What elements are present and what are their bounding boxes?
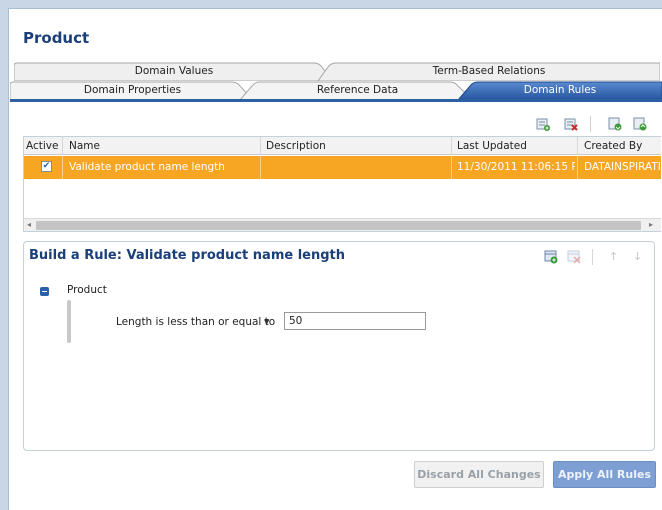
scroll-right-icon[interactable]: ▸ [649, 219, 653, 231]
rule-name-cell: Validate product name length [69, 161, 225, 173]
tab-domain-rules[interactable]: Domain Rules [458, 81, 662, 100]
scrollbar-thumb[interactable] [36, 221, 641, 230]
column-header-last-updated[interactable]: Last Updated [457, 140, 527, 152]
move-down-icon[interactable]: ↓ [633, 250, 643, 264]
toolbar-separator [592, 249, 593, 265]
toolbar-separator [590, 116, 591, 132]
tab-underline [10, 99, 662, 102]
horizontal-scrollbar[interactable]: ◂ ▸ [24, 218, 661, 231]
column-header-created-by[interactable]: Created By [584, 140, 642, 152]
column-header-active[interactable]: Active [26, 140, 58, 152]
condition-operator-label[interactable]: Length is less than or equal to [116, 316, 275, 328]
table-row[interactable]: ✔ Validate product name length 11/30/201… [24, 156, 661, 179]
delete-rule-icon[interactable] [564, 117, 578, 131]
page-title: Product [23, 29, 90, 47]
remove-condition-icon[interactable] [567, 250, 581, 264]
tab-reference-data[interactable]: Reference Data [240, 81, 475, 100]
add-condition-icon[interactable] [544, 250, 558, 264]
active-checkbox[interactable]: ✔ [41, 161, 52, 172]
condition-group-rail [67, 300, 71, 343]
tab-label: Term-Based Relations [432, 65, 546, 77]
rule-builder-title: Build a Rule: Validate product name leng… [29, 248, 346, 263]
grid-header: Active Name Description Last Updated Cre… [24, 137, 661, 155]
add-rule-icon[interactable] [536, 117, 550, 131]
tab-label: Domain Properties [83, 84, 182, 96]
scroll-left-icon[interactable]: ◂ [27, 219, 31, 231]
rule-created-by-cell: DATAINSPIRATI [584, 161, 661, 173]
condition-value-input[interactable] [284, 312, 426, 330]
root-node-label: Product [67, 284, 107, 296]
import-rule-icon[interactable] [608, 117, 622, 131]
apply-all-rules-button[interactable]: Apply All Rules [553, 461, 656, 488]
export-rule-icon[interactable] [633, 117, 647, 131]
chevron-down-icon[interactable]: ▼ [264, 318, 269, 326]
tab-label: Domain Values [134, 65, 214, 77]
tab-label: Domain Rules [523, 84, 597, 96]
rules-grid: Active Name Description Last Updated Cre… [23, 136, 661, 232]
tab-domain-values[interactable]: Domain Values [14, 62, 334, 81]
move-up-icon[interactable]: ↑ [609, 250, 619, 264]
tab-label: Reference Data [316, 84, 399, 96]
column-header-description[interactable]: Description [266, 140, 326, 152]
discard-all-changes-button[interactable]: Discard All Changes [414, 461, 544, 488]
rule-builder-panel: Build a Rule: Validate product name leng… [23, 241, 655, 451]
column-header-name[interactable]: Name [69, 140, 100, 152]
tab-domain-properties[interactable]: Domain Properties [10, 81, 255, 100]
rule-last-updated-cell: 11/30/2011 11:06:15 PM [457, 161, 575, 173]
tab-term-based-relations[interactable]: Term-Based Relations [318, 62, 660, 81]
collapse-node-button[interactable] [40, 287, 49, 296]
